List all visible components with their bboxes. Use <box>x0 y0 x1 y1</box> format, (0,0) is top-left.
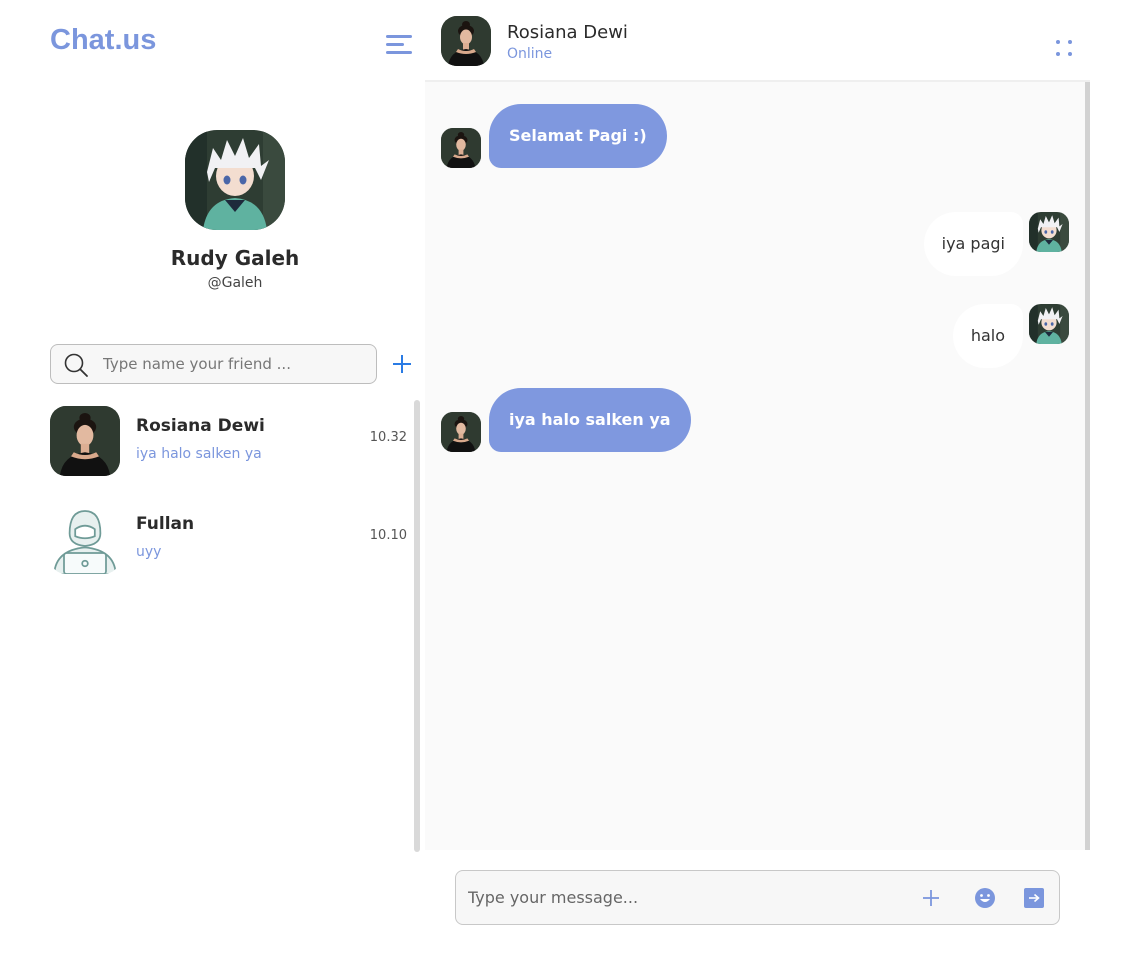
message-avatar <box>1029 212 1069 252</box>
menu-icon[interactable] <box>386 33 414 57</box>
profile-name: Rudy Galeh <box>170 246 300 270</box>
contact-avatar <box>50 406 120 476</box>
contact-last-message: iya halo salken ya <box>136 446 262 462</box>
send-icon[interactable] <box>1023 887 1045 909</box>
contact-list: Rosiana Dewi iya halo salken ya 10.32 Fu… <box>50 400 415 850</box>
search-box <box>50 344 377 384</box>
more-dots-icon[interactable] <box>1056 40 1074 58</box>
profile-avatar[interactable] <box>185 130 285 230</box>
sidebar-scrollbar[interactable] <box>414 400 420 852</box>
contact-item-rosiana[interactable]: Rosiana Dewi iya halo salken ya 10.32 <box>50 406 410 476</box>
chat-contact-avatar[interactable] <box>441 16 491 66</box>
chat-messages: Selamat Pagi :) iya pagi halo iya halo s… <box>425 82 1085 850</box>
chat-contact-name: Rosiana Dewi <box>507 22 628 43</box>
message-avatar <box>441 412 481 452</box>
contact-name: Rosiana Dewi <box>136 416 265 436</box>
message-avatar <box>441 128 481 168</box>
message-composer <box>455 870 1060 925</box>
contact-item-fullan[interactable]: Fullan uyy 10.10 <box>50 504 410 574</box>
message-bubble-outgoing: iya pagi <box>923 212 1023 276</box>
contact-avatar <box>50 504 120 574</box>
message-avatar <box>1029 304 1069 344</box>
chat-header: Rosiana Dewi Online <box>425 0 1090 82</box>
contact-time: 10.32 <box>369 430 407 445</box>
message-bubble-incoming: Selamat Pagi :) <box>489 104 667 168</box>
attach-plus-icon[interactable] <box>920 887 942 909</box>
message-input[interactable] <box>468 871 898 924</box>
contact-time: 10.10 <box>369 528 407 543</box>
profile-handle: @Galeh <box>207 275 263 291</box>
contact-name: Fullan <box>136 514 195 534</box>
message-bubble-incoming: iya halo salken ya <box>489 388 691 452</box>
search-icon <box>64 353 88 377</box>
emoji-icon[interactable] <box>974 887 996 909</box>
message-bubble-outgoing: halo <box>952 304 1023 368</box>
chat-scrollbar[interactable] <box>1085 82 1090 850</box>
sidebar: Chat.us Rudy Galeh @Galeh Rosiana Dewi i… <box>0 0 425 957</box>
chat-contact-status: Online <box>507 46 553 62</box>
plus-icon[interactable] <box>391 353 413 375</box>
contact-last-message: uyy <box>136 544 162 560</box>
search-input[interactable] <box>103 345 363 383</box>
app-logo: Chat.us <box>50 24 157 56</box>
